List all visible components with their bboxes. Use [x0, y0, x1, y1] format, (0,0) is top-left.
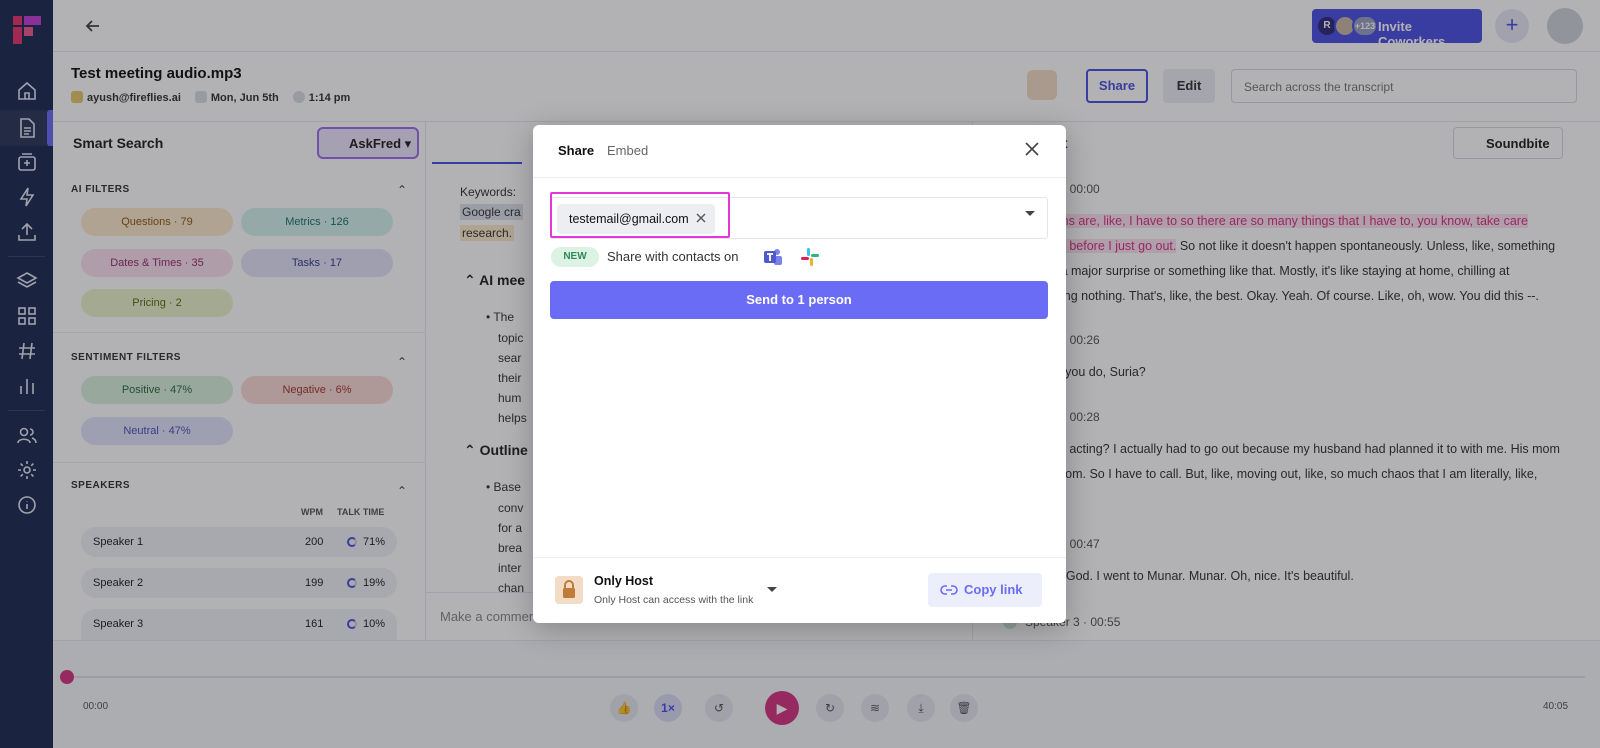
access-level-subtitle: Only Host can access with the link — [594, 594, 754, 606]
tab-embed[interactable]: Embed — [607, 143, 648, 158]
slack-icon[interactable] — [799, 246, 821, 268]
dropdown-arrow-icon[interactable] — [1025, 211, 1035, 216]
share-modal: Share Embed testemail@gmail.com NEW Shar… — [533, 125, 1066, 623]
close-icon[interactable] — [1021, 138, 1043, 160]
access-dropdown-arrow-icon[interactable] — [767, 587, 777, 592]
send-button[interactable]: Send to 1 person — [550, 281, 1048, 319]
tab-share[interactable]: Share — [558, 143, 594, 158]
link-icon — [940, 585, 958, 595]
lock-icon — [555, 576, 583, 604]
access-level-title[interactable]: Only Host — [594, 574, 653, 588]
copy-link-button[interactable]: Copy link — [928, 573, 1042, 607]
highlight-box — [550, 192, 730, 238]
modal-divider — [533, 557, 1066, 558]
new-badge: NEW — [551, 247, 599, 267]
modal-divider — [533, 177, 1066, 178]
microsoft-teams-icon[interactable] — [762, 246, 784, 268]
share-with-contacts-label: Share with contacts on — [607, 249, 739, 264]
